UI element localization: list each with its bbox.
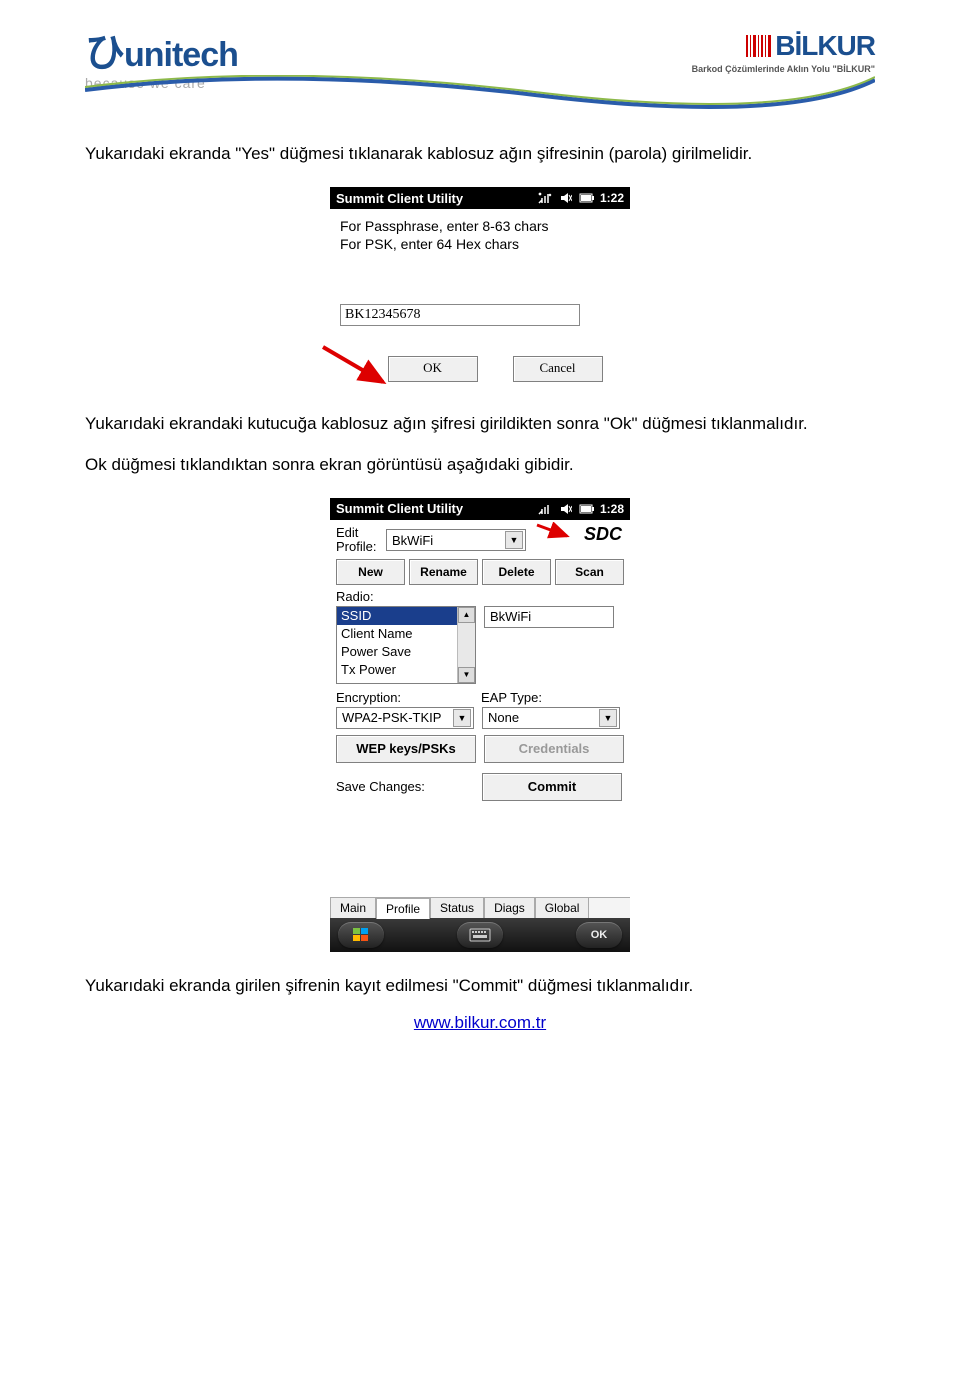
bottom-bar: OK [330,918,630,952]
titlebar: Summit Client Utility 1:28 [330,498,630,520]
wep-keys-button[interactable]: WEP keys/PSKs [336,735,476,763]
encryption-combo[interactable]: WPA2-PSK-TKIP ▼ [336,707,474,729]
credentials-button[interactable]: Credentials [484,735,624,763]
tab-status[interactable]: Status [430,897,484,918]
signal-icon [537,502,553,516]
tab-bar: Main Profile Status Diags Global [330,897,630,918]
paragraph-1: Yukarıdaki ekranda "Yes" düğmesi tıklana… [85,140,875,167]
windows-icon [352,927,370,943]
screenshot-2: Summit Client Utility 1:28 SDC [85,498,875,952]
start-button[interactable] [338,922,384,948]
tab-global[interactable]: Global [535,897,590,918]
scrollbar[interactable]: ▲ ▼ [457,607,475,683]
list-item[interactable]: Power Save [337,643,475,661]
ok-button[interactable]: OK [388,356,478,382]
scan-button[interactable]: Scan [555,559,624,585]
list-item[interactable]: Client Name [337,625,475,643]
chevron-down-icon: ▼ [505,531,523,549]
tab-main[interactable]: Main [330,897,376,918]
clock: 1:22 [600,191,624,205]
paragraph-3: Ok düğmesi tıklandıktan sonra ekran görü… [85,451,875,478]
edit-profile-label: EditProfile: [336,526,386,555]
battery-icon [579,502,595,516]
window-title: Summit Client Utility [336,501,537,516]
chevron-down-icon: ▼ [599,709,617,727]
bilkur-logo: BİLKUR Barkod Çözümlerinde Aklın Yolu "B… [692,30,875,74]
delete-button[interactable]: Delete [482,559,551,585]
titlebar: Summit Client Utility 1:22 [330,187,630,209]
list-item[interactable]: Tx Power [337,661,475,679]
scroll-up-icon[interactable]: ▲ [458,607,475,623]
commit-button[interactable]: Commit [482,773,622,801]
list-item[interactable]: SSID [337,607,475,625]
page-header: ひunitech because we care BİLKUR Barkod Ç… [85,30,875,125]
eap-combo[interactable]: None ▼ [482,707,620,729]
radio-listbox[interactable]: SSID Client Name Power Save Tx Power ▲ ▼ [336,606,476,684]
signal-icon [537,191,553,205]
paragraph-2: Yukarıdaki ekrandaki kutucuğa kablosuz a… [85,410,875,437]
rename-button[interactable]: Rename [409,559,478,585]
chevron-down-icon: ▼ [453,709,471,727]
new-button[interactable]: New [336,559,405,585]
footer-url: www.bilkur.com.tr [85,1013,875,1033]
eap-label: EAP Type: [481,690,542,705]
header-swoosh [85,75,875,115]
ok-softkey[interactable]: OK [576,922,622,948]
clock: 1:28 [600,502,624,516]
keyboard-icon [469,928,491,942]
volume-icon [558,502,574,516]
volume-icon [558,191,574,205]
scroll-down-icon[interactable]: ▼ [458,667,475,683]
passphrase-input[interactable] [340,304,580,326]
window-title: Summit Client Utility [336,191,537,206]
keyboard-button[interactable] [457,922,503,948]
annotation-arrow [318,342,398,392]
bilkur-link[interactable]: www.bilkur.com.tr [414,1013,546,1032]
screenshot-1: Summit Client Utility 1:22 For Passphras… [85,187,875,389]
profile-combo[interactable]: BkWiFi ▼ [386,529,526,551]
radio-label: Radio: [336,589,624,604]
tab-diags[interactable]: Diags [484,897,535,918]
battery-icon [579,191,595,205]
radio-value-input[interactable]: BkWiFi [484,606,614,628]
encryption-label: Encryption: [336,690,481,705]
sdc-logo: SDC [584,524,622,545]
tab-profile[interactable]: Profile [376,898,430,919]
paragraph-4: Yukarıdaki ekranda girilen şifrenin kayı… [85,972,875,999]
cancel-button[interactable]: Cancel [513,356,603,382]
save-changes-label: Save Changes: [336,779,482,794]
hint-text: For Passphrase, enter 8-63 chars For PSK… [340,217,620,253]
annotation-arrow-sdc [535,522,575,542]
